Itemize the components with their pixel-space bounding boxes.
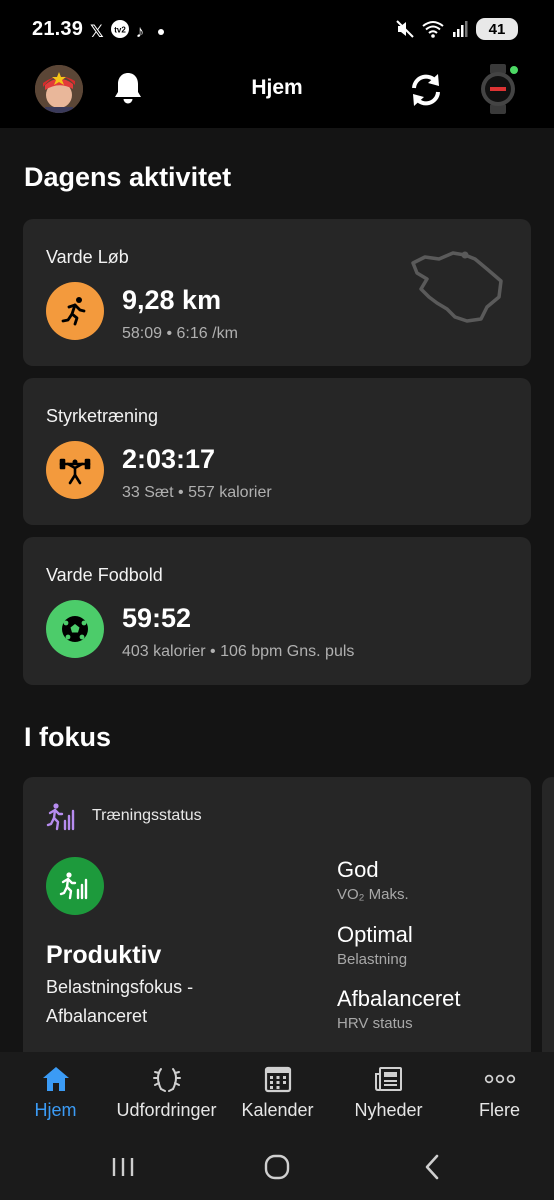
back-icon[interactable] xyxy=(418,1152,448,1182)
system-navigation-bar xyxy=(0,1134,554,1200)
tv2-app-icon: tv2 xyxy=(110,19,130,45)
device-connected-dot xyxy=(508,64,520,76)
home-icon xyxy=(40,1064,72,1094)
tiktok-app-icon: ♪ xyxy=(135,22,145,41)
calendar-icon xyxy=(262,1064,294,1094)
laurel-icon xyxy=(151,1064,183,1094)
card-heading: Træningsstatus xyxy=(92,807,202,824)
home-button-icon[interactable] xyxy=(262,1152,292,1182)
nav-label: Nyheder xyxy=(354,1100,423,1120)
activity-detail: 58:09 • 6:16 /km xyxy=(122,325,238,342)
metric-value: Afbalanceret xyxy=(337,986,461,1011)
training-status-description: Belastningsfokus - Afbalanceret xyxy=(46,977,194,1026)
wifi-icon xyxy=(422,21,444,38)
notification-icons: 𝕏 tv2 ♪ xyxy=(90,19,165,45)
activity-name: Varde Løb xyxy=(46,247,129,267)
nav-label: Flere xyxy=(478,1100,520,1120)
route-map-thumbnail xyxy=(411,251,503,323)
sync-icon[interactable] xyxy=(404,68,448,112)
main-content: Dagens aktivitet Varde Løb 9,28 km 58:09… xyxy=(0,128,554,1052)
soccer-ball-icon xyxy=(46,600,104,658)
nav-challenges[interactable]: Udfordringer xyxy=(111,1052,222,1134)
next-focus-card-peek[interactable] xyxy=(542,777,554,1052)
metric-label: Belastning xyxy=(337,951,408,968)
activity-name: Styrketræning xyxy=(46,406,159,426)
newspaper-icon xyxy=(373,1064,405,1094)
recent-apps-icon[interactable] xyxy=(108,1152,138,1182)
nav-news[interactable]: Nyheder xyxy=(333,1052,444,1134)
signal-icon xyxy=(453,21,468,37)
more-dots-icon xyxy=(484,1064,516,1094)
metric-load: Optimal Belastning xyxy=(337,922,413,968)
app-bar: Hjem xyxy=(0,60,554,128)
nav-more[interactable]: Flere xyxy=(444,1052,554,1134)
running-icon xyxy=(46,282,104,340)
system-status-icons: 41 xyxy=(396,18,518,40)
activity-detail: 403 kalorier • 106 bpm Gns. puls xyxy=(122,643,355,660)
bottom-navigation: Hjem Udfordringer Kalender Nyheder Flere xyxy=(0,1052,554,1134)
more-notifications-dot xyxy=(158,29,165,35)
activity-duration: 2:03:17 xyxy=(122,444,216,474)
metric-hrv: Afbalanceret HRV status xyxy=(337,986,461,1032)
weightlifting-icon xyxy=(46,441,104,499)
training-status-value: Produktiv xyxy=(46,941,162,969)
nav-label: Udfordringer xyxy=(116,1100,217,1120)
todays-activity-heading: Dagens aktivitet xyxy=(24,162,232,192)
activity-name: Varde Fodbold xyxy=(46,565,163,585)
x-app-icon: 𝕏 xyxy=(90,22,104,41)
metric-vo2max: God VO₂ Maks. xyxy=(337,857,409,903)
nav-label: Hjem xyxy=(34,1100,77,1120)
metric-label: VO₂ Maks. xyxy=(337,886,409,903)
training-status-card[interactable]: Træningsstatus Produktiv Belastningsfoku… xyxy=(23,777,531,1052)
training-status-icon xyxy=(46,801,78,833)
status-time: 21.39 xyxy=(32,18,84,40)
activity-distance: 9,28 km xyxy=(122,285,222,315)
focus-heading: I fokus xyxy=(24,722,112,752)
status-bar: 21.39 𝕏 tv2 ♪ 41 xyxy=(0,0,554,60)
metric-value: Optimal xyxy=(337,922,413,947)
activity-card-strength[interactable]: Styrketræning 2:03:17 33 Sæt • 557 kalor… xyxy=(23,378,531,525)
svg-text:tv2: tv2 xyxy=(114,26,126,35)
battery-level: 41 xyxy=(488,20,506,38)
activity-card-football[interactable]: Varde Fodbold 59:52 403 kalorier • 106 b… xyxy=(23,537,531,685)
metric-label: HRV status xyxy=(337,1015,413,1032)
metric-value: God xyxy=(337,857,379,882)
nav-home[interactable]: Hjem xyxy=(0,1052,111,1134)
activity-duration: 59:52 xyxy=(122,603,192,633)
training-status-badge-icon xyxy=(46,857,104,915)
mute-icon xyxy=(396,20,414,38)
battery-indicator: 41 xyxy=(476,18,518,40)
nav-label: Kalender xyxy=(241,1100,314,1120)
page-title: Hjem xyxy=(251,76,303,99)
activity-card-run[interactable]: Varde Løb 9,28 km 58:09 • 6:16 /km xyxy=(23,219,531,366)
nav-calendar[interactable]: Kalender xyxy=(222,1052,333,1134)
activity-detail: 33 Sæt • 557 kalorier xyxy=(122,484,272,501)
